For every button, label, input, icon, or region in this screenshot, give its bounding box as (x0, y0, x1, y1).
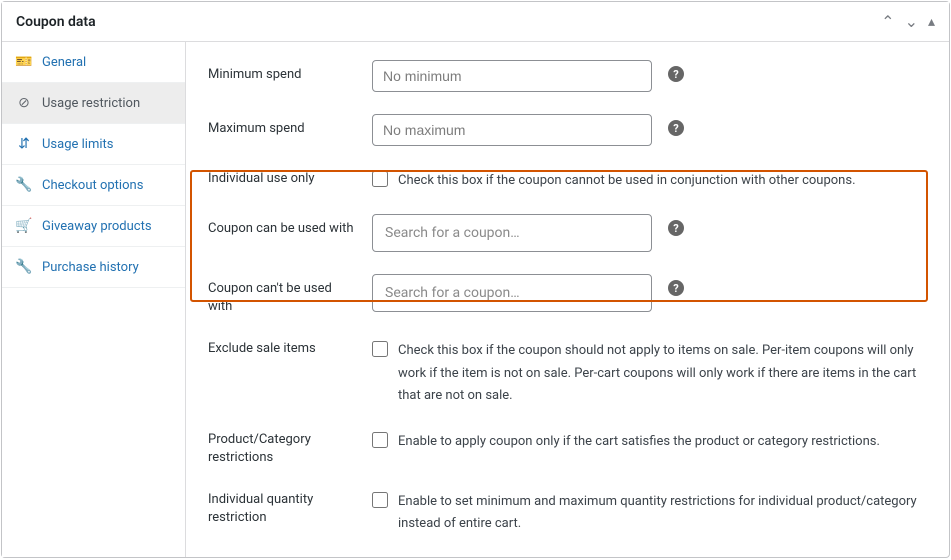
move-down-icon[interactable] (905, 12, 918, 31)
field-minimum-spend: Minimum spend ? (208, 60, 927, 92)
field-maximum-spend: Maximum spend ? (208, 114, 927, 146)
sidebar-item-giveaway-products[interactable]: 🛒 Giveaway products (2, 206, 185, 247)
help-icon[interactable]: ? (668, 120, 684, 136)
field-coupon-cant-be-used-with: Coupon can't be used with Search for a c… (208, 274, 927, 316)
panel-header: Coupon data (2, 2, 949, 42)
maximum-spend-input[interactable] (372, 114, 652, 146)
field-label: Individual quantity restriction (208, 489, 358, 527)
sidebar-item-usage-restriction[interactable]: ⊘ Usage restriction (2, 83, 185, 124)
sidebar-item-usage-limits[interactable]: ⇵ Usage limits (2, 124, 185, 165)
exclude-sale-checkbox[interactable] (372, 341, 388, 357)
prod-cat-checkbox[interactable] (372, 432, 388, 448)
ind-qty-checkbox[interactable] (372, 492, 388, 508)
sidebar-item-label: Purchase history (42, 260, 139, 275)
collapse-icon[interactable] (928, 14, 935, 30)
coupon-data-panel: Coupon data 🎫 General ⊘ Usage restrictio… (1, 1, 950, 558)
field-label: Maximum spend (208, 114, 358, 138)
field-label: Coupon can't be used with (208, 274, 358, 316)
sidebar-item-label: General (42, 55, 86, 70)
panel-body: 🎫 General ⊘ Usage restriction ⇵ Usage li… (2, 42, 949, 557)
field-label: Coupon can be used with (208, 214, 358, 238)
field-label: Exclude sale items (208, 338, 358, 358)
wrench-icon: 🔧 (16, 177, 32, 193)
cart-icon: 🛒 (16, 218, 32, 234)
sidebar-item-label: Checkout options (42, 178, 143, 193)
sidebar-item-label: Giveaway products (42, 219, 152, 234)
sidebar-item-general[interactable]: 🎫 General (2, 42, 185, 83)
move-up-icon[interactable] (881, 12, 894, 31)
help-icon[interactable]: ? (668, 66, 684, 82)
sidebar-item-label: Usage restriction (42, 96, 140, 111)
minimum-spend-input[interactable] (372, 60, 652, 92)
field-individual-use: Individual use only Check this box if th… (208, 168, 927, 192)
ticket-icon: 🎫 (16, 54, 32, 70)
field-label: Individual use only (208, 168, 358, 188)
field-desc: Check this box if the coupon cannot be u… (398, 168, 927, 192)
sidebar-item-label: Usage limits (42, 137, 113, 152)
field-desc: Enable to apply coupon only if the cart … (398, 429, 927, 453)
sidebar-item-purchase-history[interactable]: 🔧 Purchase history (2, 247, 185, 288)
field-label: Minimum spend (208, 60, 358, 84)
field-product-category-restrictions: Product/Category restrictions Enable to … (208, 429, 927, 467)
can-use-with-select[interactable]: Search for a coupon… (372, 214, 652, 252)
help-icon[interactable]: ? (668, 220, 684, 236)
sidebar: 🎫 General ⊘ Usage restriction ⇵ Usage li… (2, 42, 186, 557)
field-exclude-sale-items: Exclude sale items Check this box if the… (208, 338, 927, 406)
block-icon: ⊘ (16, 95, 32, 111)
cant-use-with-select[interactable]: Search for a coupon… (372, 274, 652, 312)
field-desc: Check this box if the coupon should not … (398, 338, 927, 406)
panel-controls (881, 12, 935, 31)
field-desc: Enable to set minimum and maximum quanti… (398, 489, 927, 535)
field-label: Product/Category restrictions (208, 429, 358, 467)
field-individual-quantity-restriction: Individual quantity restriction Enable t… (208, 489, 927, 535)
individual-use-checkbox[interactable] (372, 171, 388, 187)
content-area: Minimum spend ? Maximum spend ? Individu… (186, 42, 949, 557)
field-coupon-can-be-used-with: Coupon can be used with Search for a cou… (208, 214, 927, 252)
help-icon[interactable]: ? (668, 280, 684, 296)
wrench-icon: 🔧 (16, 259, 32, 275)
limits-icon: ⇵ (16, 136, 32, 152)
panel-title: Coupon data (16, 14, 96, 30)
sidebar-item-checkout-options[interactable]: 🔧 Checkout options (2, 165, 185, 206)
